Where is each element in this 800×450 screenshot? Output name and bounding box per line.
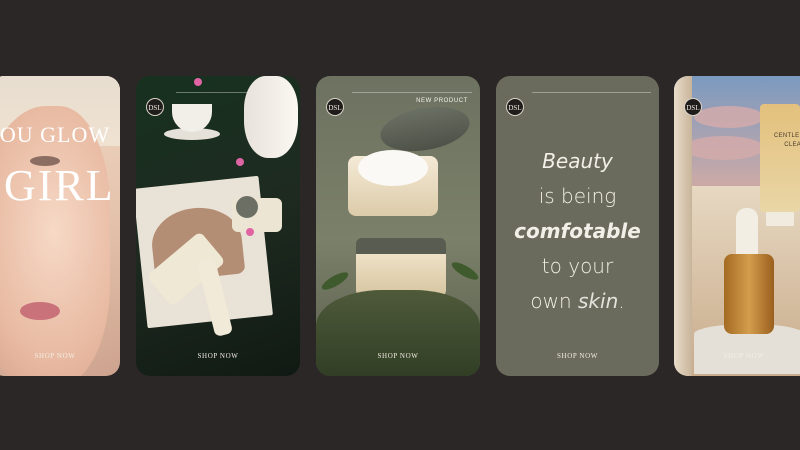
divider-line [352,92,472,93]
shop-now-link[interactable]: SHOP NOW [496,352,659,360]
serum-bottle [724,254,774,334]
story-card-glow[interactable]: OU GLOW GIRL SHOP NOW [0,76,120,376]
product-text-line1: CENTLE SK [773,133,800,139]
cloud [694,106,764,128]
brand-logo: DSL [506,98,524,116]
shop-now-link[interactable]: SHOP NOW [674,352,800,360]
quote-line-3: comfotable [514,219,641,243]
story-card-flatlay[interactable]: DSL SHOP NOW [136,76,300,376]
brand-logo: DSL [684,98,702,116]
jar-lid [236,196,258,218]
shop-now-link[interactable]: SHOP NOW [136,352,300,360]
card-title-line1: OU GLOW [0,122,111,147]
flower [194,78,202,86]
shop-now-link[interactable]: SHOP NOW [316,352,480,360]
jar-lid [377,100,473,158]
card-title-line2: GIRL [4,161,115,210]
shop-now-link[interactable]: SHOP NOW [0,352,120,360]
moss-rock [316,290,480,376]
story-card-quote[interactable]: DSL Beauty is being comfotable to your o… [496,76,659,376]
brand-logo: DSL [146,98,164,116]
quote-line-5b: skin [578,289,619,313]
quote-line-1: Beauty [542,149,613,173]
cream-surface [358,150,428,186]
cleanser-tube [760,104,800,212]
product-text: CENTLE SK CLEANS [774,132,800,150]
tube-cap [766,212,794,226]
model-lips [20,302,60,320]
story-card-new-product[interactable]: NEW PRODUCT DSL SHOP NOW [316,76,480,376]
flower [236,158,244,166]
story-card-serum[interactable]: CENTLE SK CLEANS DSL SHOP NOW [674,76,800,376]
product-text-line2: CLEANS [784,142,800,148]
leaf [449,259,480,283]
quote-line-5a: own [530,289,572,313]
pillar [674,76,692,376]
vase [244,76,298,158]
divider-line [532,92,651,93]
cloud [684,136,764,160]
quote-text: Beauty is being comfotable to your own s… [496,144,659,319]
quote-line-2: is being [538,184,617,208]
quote-line-5c: . [618,289,625,313]
quote-line-4: to your [541,254,614,278]
flower [246,228,254,236]
brand-logo: DSL [326,98,344,116]
new-product-label: NEW PRODUCT [416,98,468,104]
leaf [319,269,351,293]
dropper [736,208,758,258]
